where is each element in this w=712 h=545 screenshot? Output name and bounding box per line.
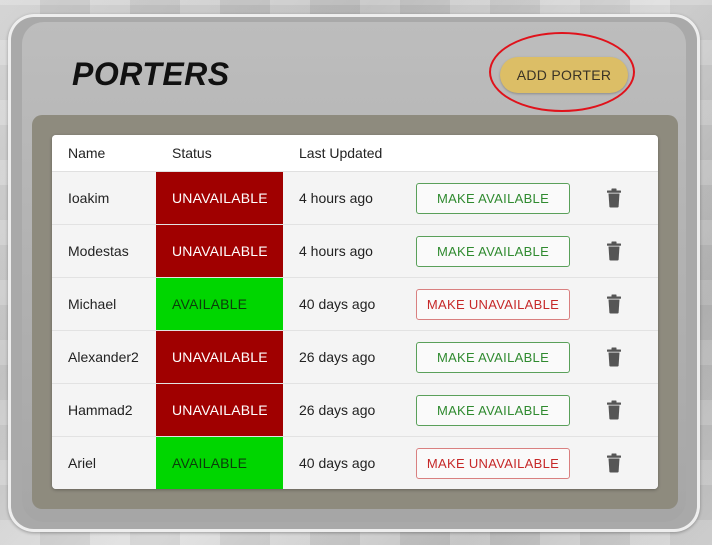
status-badge: UNAVAILABLE: [156, 383, 283, 437]
table-row: Hammad2 UNAVAILABLE 26 days ago MAKE AVAILA…: [52, 383, 658, 437]
make-available-button[interactable]: MAKE AVAILABLE: [416, 182, 570, 214]
trash-icon[interactable]: [606, 241, 622, 261]
table-header-row: Name Status Last Updated: [52, 135, 658, 172]
action-cell: MAKE AVAILABLE: [400, 383, 570, 437]
status-badge: UNAVAILABLE: [156, 224, 283, 278]
column-header-action: [400, 135, 570, 172]
action-cell: MAKE AVAILABLE: [400, 330, 570, 384]
table-row: Ioakim UNAVAILABLE 4 hours ago MAKE AVAILAB…: [52, 171, 658, 225]
make-available-button[interactable]: MAKE AVAILABLE: [416, 394, 570, 426]
status-badge: AVAILABLE: [156, 436, 283, 489]
porters-table-card: Name Status Last Updated Ioakim UNAVAILAB…: [52, 135, 658, 489]
trash-icon[interactable]: [606, 453, 622, 473]
trash-icon[interactable]: [606, 347, 622, 367]
delete-cell: [570, 330, 658, 384]
porter-name: Ariel: [52, 436, 156, 489]
porter-name: Michael: [52, 277, 156, 331]
porter-name: Modestas: [52, 224, 156, 278]
make-available-button[interactable]: MAKE AVAILABLE: [416, 235, 570, 267]
make-available-button[interactable]: MAKE AVAILABLE: [416, 341, 570, 373]
last-updated: 4 hours ago: [283, 171, 400, 225]
delete-cell: [570, 383, 658, 437]
table-row: Ariel AVAILABLE 40 days ago MAKE UNAVAILABL…: [52, 436, 658, 489]
last-updated: 4 hours ago: [283, 224, 400, 278]
make-unavailable-button[interactable]: MAKE UNAVAILABLE: [416, 288, 570, 320]
trash-icon[interactable]: [606, 294, 622, 314]
table-row: Alexander2 UNAVAILABLE 26 days ago MAKE AVA…: [52, 330, 658, 384]
column-header-delete: [570, 135, 658, 172]
delete-cell: [570, 436, 658, 489]
delete-cell: [570, 171, 658, 225]
status-badge: UNAVAILABLE: [156, 171, 283, 225]
highlight-circle: [489, 32, 635, 112]
last-updated: 26 days ago: [283, 383, 400, 437]
last-updated: 40 days ago: [283, 436, 400, 489]
last-updated: 40 days ago: [283, 277, 400, 331]
table-row: Michael AVAILABLE 40 days ago MAKE UNAVAILA…: [52, 277, 658, 331]
action-cell: MAKE UNAVAILABLE: [400, 277, 570, 331]
make-unavailable-button[interactable]: MAKE UNAVAILABLE: [416, 447, 570, 479]
action-cell: MAKE AVAILABLE: [400, 224, 570, 278]
trash-icon[interactable]: [606, 188, 622, 208]
action-cell: MAKE UNAVAILABLE: [400, 436, 570, 489]
column-header-name: Name: [52, 135, 156, 172]
column-header-status: Status: [156, 135, 283, 172]
status-badge: UNAVAILABLE: [156, 330, 283, 384]
porter-name: Ioakim: [52, 171, 156, 225]
action-cell: MAKE AVAILABLE: [400, 171, 570, 225]
status-badge: AVAILABLE: [156, 277, 283, 331]
delete-cell: [570, 277, 658, 331]
page-title: PORTERS: [72, 56, 230, 92]
delete-cell: [570, 224, 658, 278]
porter-name: Hammad2: [52, 383, 156, 437]
porters-table: Name Status Last Updated Ioakim UNAVAILAB…: [52, 135, 658, 489]
last-updated: 26 days ago: [283, 330, 400, 384]
trash-icon[interactable]: [606, 400, 622, 420]
table-row: Modestas UNAVAILABLE 4 hours ago MAKE AVAIL…: [52, 224, 658, 278]
column-header-last-updated: Last Updated: [283, 135, 400, 172]
porter-name: Alexander2: [52, 330, 156, 384]
